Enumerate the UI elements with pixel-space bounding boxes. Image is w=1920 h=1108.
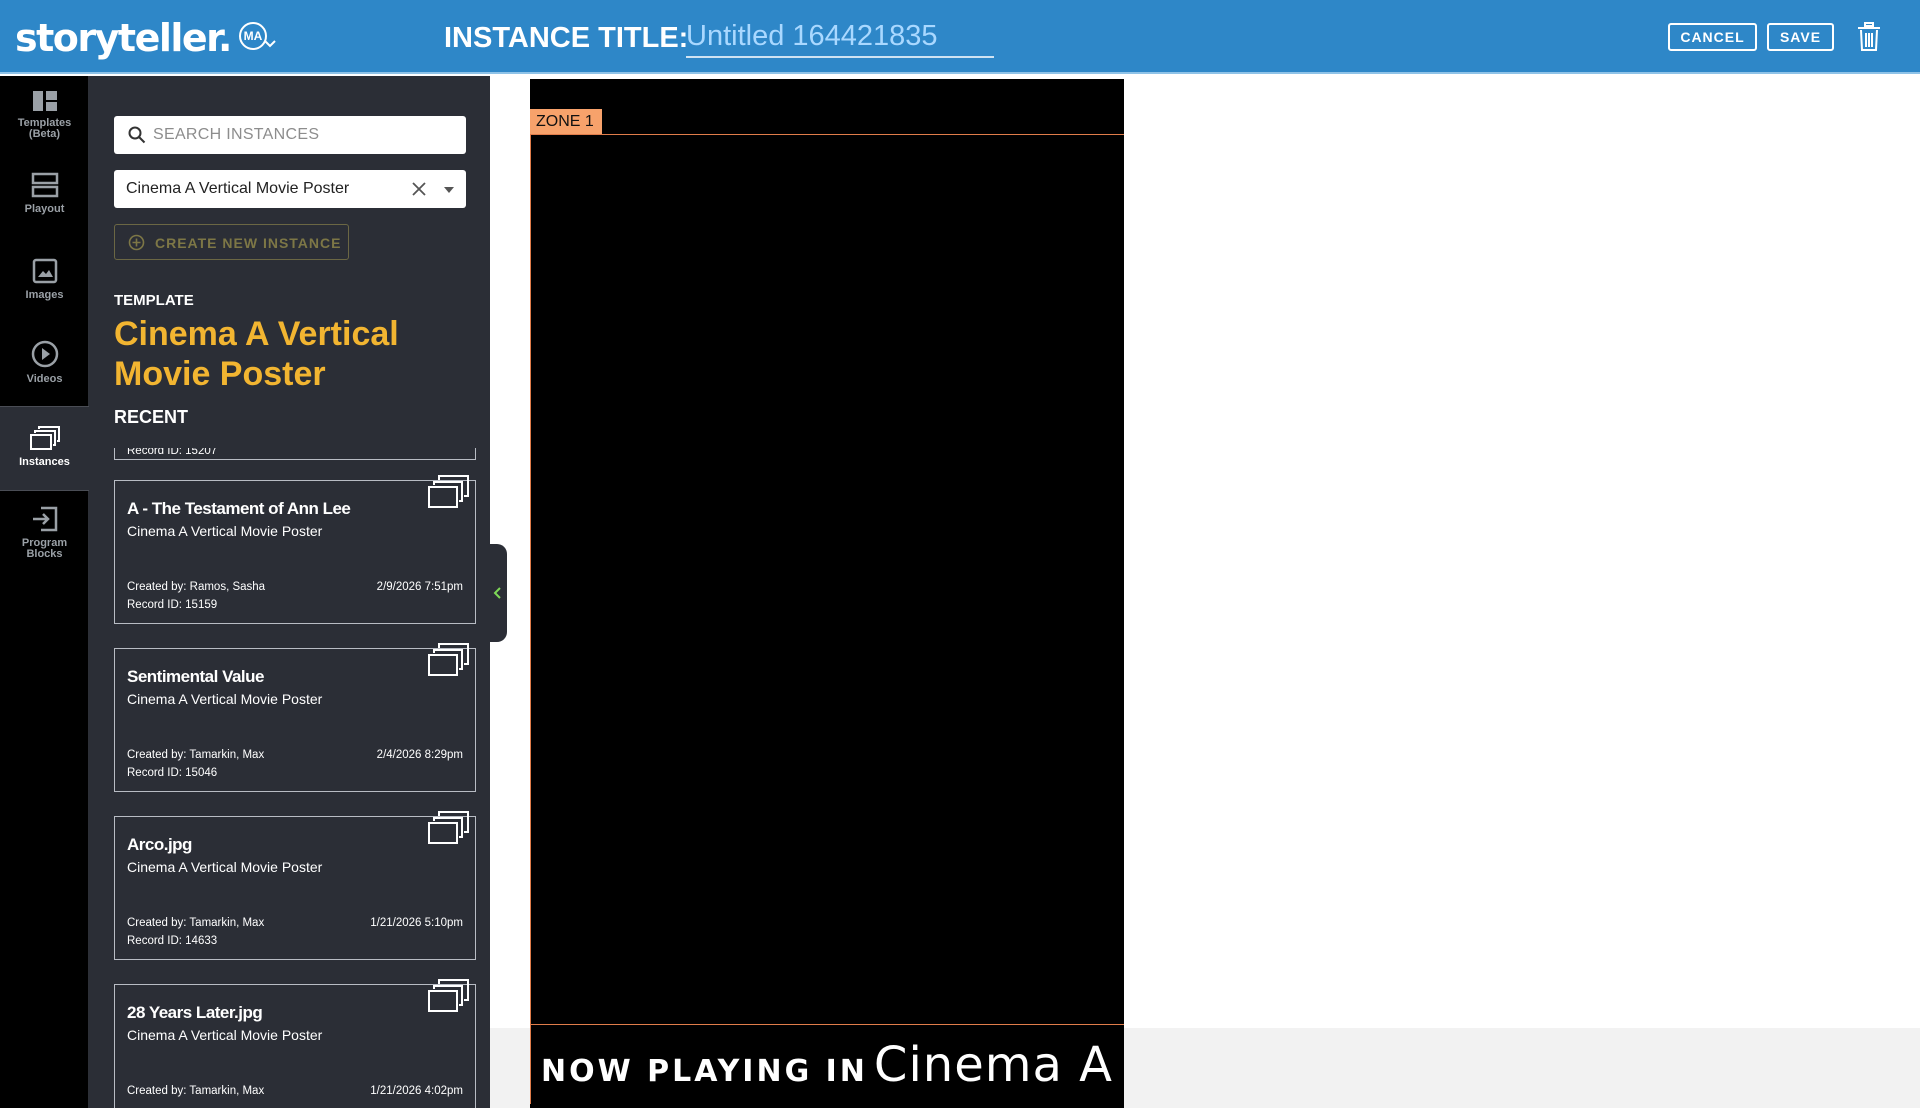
save-button[interactable]: SAVE xyxy=(1767,23,1834,51)
recent-instances-list[interactable]: Record ID: 15207 A - The Testament of An… xyxy=(114,448,479,1108)
search-placeholder: SEARCH INSTANCES xyxy=(153,126,320,143)
list-item-partial[interactable]: Record ID: 15207 xyxy=(114,448,476,460)
instance-title-input[interactable]: Untitled 164421835 xyxy=(686,18,994,58)
rail-item-videos[interactable]: Videos xyxy=(0,340,89,385)
card-record-id: Record ID: 14633 xyxy=(127,935,218,947)
card-record-id: Record ID: 15046 xyxy=(127,767,218,779)
zone-border-top xyxy=(530,134,1124,135)
now-playing-banner: NOW PLAYING IN Cinema A xyxy=(530,1037,1124,1093)
card-date: 1/21/2026 4:02pm xyxy=(370,1085,463,1097)
instances-icon xyxy=(428,811,469,844)
play-circle-icon xyxy=(31,340,58,368)
instances-panel: SEARCH INSTANCES Cinema A Vertical Movie… xyxy=(89,76,490,1108)
card-title: A - The Testament of Ann Lee xyxy=(127,499,351,518)
chevron-down-icon[interactable] xyxy=(264,40,276,48)
storyteller-logo[interactable]: storyteller. xyxy=(15,14,232,62)
instances-icon xyxy=(428,979,469,1012)
card-title: Arco.jpg xyxy=(127,835,192,854)
card-title: Sentimental Value xyxy=(127,667,265,686)
chevron-left-icon xyxy=(493,587,501,599)
user-avatar[interactable]: MA xyxy=(239,22,267,50)
search-instances-field[interactable]: SEARCH INSTANCES xyxy=(114,116,466,154)
card-created-by: Created by: Ramos, Sasha xyxy=(127,581,266,593)
card-subtitle: Cinema A Vertical Movie Poster xyxy=(127,1027,323,1043)
rail-label-images: Images xyxy=(25,289,64,301)
list-item[interactable]: A - The Testament of Ann Lee Cinema A Ve… xyxy=(114,475,476,624)
card-date: 1/21/2026 5:10pm xyxy=(370,917,463,929)
rail-label-playout: Playout xyxy=(24,203,65,215)
card-date: 2/4/2026 8:29pm xyxy=(376,749,463,761)
now-playing-location: Cinema A xyxy=(873,1037,1113,1093)
template-name: Cinema A Vertical Movie Poster xyxy=(114,315,399,393)
template-heading: TEMPLATE xyxy=(114,292,194,309)
playout-icon xyxy=(31,172,58,198)
search-icon xyxy=(128,126,146,144)
card-subtitle: Cinema A Vertical Movie Poster xyxy=(127,859,323,875)
recent-heading: RECENT xyxy=(114,407,189,427)
rail-label-instances: Instances xyxy=(19,456,70,468)
image-icon xyxy=(32,258,57,284)
list-item[interactable]: Sentimental Value Cinema A Vertical Movi… xyxy=(114,643,476,792)
card-record-id: Record ID: 15159 xyxy=(127,599,218,611)
rail-item-instances[interactable]: Instances xyxy=(0,406,89,491)
card-subtitle: Cinema A Vertical Movie Poster xyxy=(127,523,323,539)
card-subtitle: Cinema A Vertical Movie Poster xyxy=(127,691,323,707)
card-title: 28 Years Later.jpg xyxy=(127,1003,263,1022)
instances-icon xyxy=(428,475,469,508)
top-header: storyteller. MA INSTANCE TITLE: Untitled… xyxy=(0,0,1920,74)
create-new-instance-button[interactable]: CREATE NEW INSTANCE xyxy=(114,224,349,260)
instances-icon xyxy=(29,426,60,450)
rail-label-videos: Videos xyxy=(26,373,63,385)
rail-item-playout[interactable]: Playout xyxy=(0,172,89,215)
nav-rail: Templates (Beta) Playout Images Videos I… xyxy=(0,76,89,1108)
card-record-id: Record ID: 15207 xyxy=(127,448,218,457)
now-playing-prefix: NOW PLAYING IN xyxy=(540,1054,868,1089)
rail-item-images[interactable]: Images xyxy=(0,258,89,301)
rail-item-templates[interactable]: Templates (Beta) xyxy=(0,90,89,140)
card-created-by: Created by: Tamarkin, Max xyxy=(127,917,265,929)
rail-label-program-blocks: Program Blocks xyxy=(21,537,68,560)
template-select[interactable]: Cinema A Vertical Movie Poster xyxy=(114,170,466,208)
card-created-by: Created by: Tamarkin, Max xyxy=(127,1085,265,1097)
card-created-by: Created by: Tamarkin, Max xyxy=(127,749,265,761)
rail-item-program-blocks[interactable]: Program Blocks xyxy=(0,506,89,560)
card-date: 2/9/2026 7:51pm xyxy=(376,581,463,593)
list-item[interactable]: Arco.jpg Cinema A Vertical Movie Poster … xyxy=(114,811,476,960)
zone-border-bottom xyxy=(530,1024,1124,1025)
templates-icon xyxy=(32,91,57,111)
trash-icon[interactable] xyxy=(1855,22,1883,52)
instances-icon xyxy=(428,643,469,676)
add-circle-icon xyxy=(128,234,145,251)
cancel-button[interactable]: CANCEL xyxy=(1668,23,1757,51)
zone-1-tag[interactable]: ZONE 1 xyxy=(530,109,602,134)
create-new-instance-label: CREATE NEW INSTANCE xyxy=(155,235,342,251)
close-icon[interactable] xyxy=(411,181,427,197)
rail-label-templates: Templates (Beta) xyxy=(17,117,72,140)
instance-title-label: INSTANCE TITLE: xyxy=(444,22,689,54)
template-preview-canvas[interactable]: ZONE 1 NOW PLAYING IN Cinema A xyxy=(530,79,1124,1108)
collapse-panel-button[interactable] xyxy=(490,544,507,642)
list-item[interactable]: 28 Years Later.jpg Cinema A Vertical Mov… xyxy=(114,979,476,1108)
zone-border-left xyxy=(530,134,531,1104)
caret-down-icon[interactable] xyxy=(444,187,454,193)
program-blocks-icon xyxy=(32,506,57,532)
template-select-value: Cinema A Vertical Movie Poster xyxy=(126,180,350,197)
